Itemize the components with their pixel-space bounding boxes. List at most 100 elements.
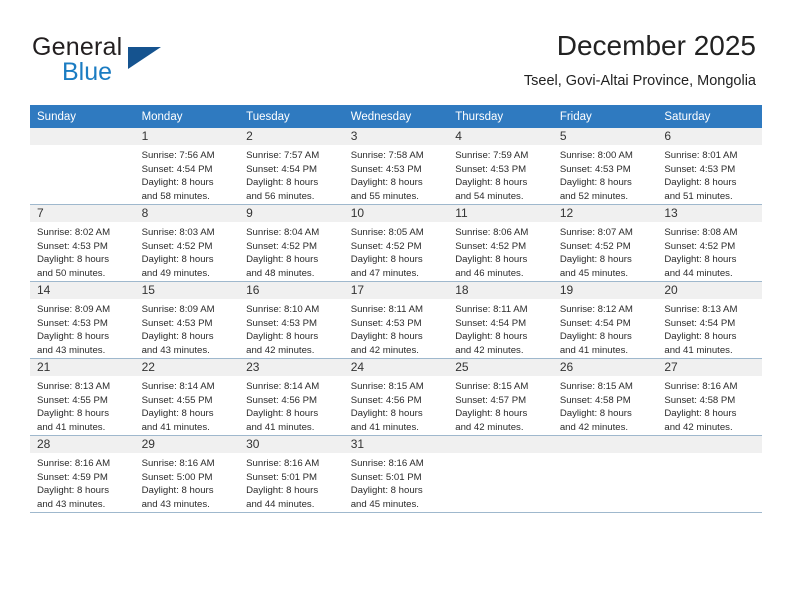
page-header: General Blue December 2025 Tseel, Govi-A…	[0, 0, 792, 100]
day-detail-line: Daylight: 8 hours	[350, 177, 423, 189]
calendar-day-cell[interactable]: 26 Sunrise: 8:15 AM Sunset: 4:58 PM Dayligh…	[552, 358, 658, 436]
day-detail-line: Sunrise: 7:56 AM	[141, 150, 215, 161]
calendar-empty-cell	[448, 435, 553, 513]
calendar-day-cell[interactable]: 1 Sunrise: 7:56 AM Sunset: 4:54 PM Daylight…	[134, 128, 240, 205]
calendar-week-row: 7 Sunrise: 8:02 AM Sunset: 4:53 PM Daylight…	[30, 204, 762, 282]
calendar-day-cell[interactable]: 11 Sunrise: 8:06 AM Sunset: 4:52 PM Dayligh…	[448, 204, 553, 282]
calendar-day-cell[interactable]: 18 Sunrise: 8:11 AM Sunset: 4:54 PM Dayligh…	[448, 281, 553, 359]
day-details: Sunrise: 8:09 AM Sunset: 4:53 PM Daylight:…	[30, 299, 135, 357]
day-details: Sunrise: 7:59 AM Sunset: 4:53 PM Daylight:…	[448, 145, 553, 203]
day-details: Sunrise: 8:15 AM Sunset: 4:57 PM Daylight:…	[448, 376, 553, 434]
day-detail-line: Sunset: 4:54 PM	[559, 317, 631, 329]
calendar-day-cell[interactable]: 12 Sunrise: 8:07 AM Sunset: 4:52 PM Dayligh…	[552, 204, 658, 282]
calendar-day-cell[interactable]: 5 Sunrise: 8:00 AM Sunset: 4:53 PM Daylight…	[552, 128, 658, 205]
calendar-week-row: 21 Sunrise: 8:13 AM Sunset: 4:55 PM Dayligh…	[30, 358, 762, 436]
calendar-day-cell[interactable]: 10 Sunrise: 8:05 AM Sunset: 4:52 PM Dayligh…	[343, 204, 449, 282]
calendar-day-cell[interactable]: 22 Sunrise: 8:14 AM Sunset: 4:55 PM Dayligh…	[134, 358, 240, 436]
day-detail-line: Daylight: 8 hours	[141, 408, 214, 420]
day-details: Sunrise: 8:00 AM Sunset: 4:53 PM Daylight:…	[553, 145, 658, 203]
day-detail-line: Sunrise: 8:08 AM	[664, 227, 738, 238]
calendar-day-cell[interactable]: 13 Sunrise: 8:08 AM Sunset: 4:52 PM Dayligh…	[657, 204, 762, 282]
day-detail-line: Daylight: 8 hours	[246, 331, 319, 343]
day-number: 15	[134, 282, 240, 299]
calendar-day-cell[interactable]: 9 Sunrise: 8:04 AM Sunset: 4:52 PM Daylight…	[239, 204, 344, 282]
day-detail-line: and 58 minutes.	[141, 190, 210, 202]
calendar-day-cell[interactable]: 6 Sunrise: 8:01 AM Sunset: 4:53 PM Daylight…	[657, 128, 762, 205]
calendar-day-cell[interactable]: 3 Sunrise: 7:58 AM Sunset: 4:53 PM Daylight…	[343, 128, 449, 205]
day-detail-line: Daylight: 8 hours	[350, 485, 423, 497]
calendar-day-cell[interactable]: 7 Sunrise: 8:02 AM Sunset: 4:53 PM Daylight…	[30, 204, 135, 282]
day-detail-line: Sunset: 4:53 PM	[141, 317, 213, 329]
weekday-header-wednesday: Wednesday	[343, 105, 449, 128]
day-detail-line: and 45 minutes.	[350, 498, 419, 510]
calendar-day-cell[interactable]: 14 Sunrise: 8:09 AM Sunset: 4:53 PM Dayligh…	[30, 281, 135, 359]
calendar-day-cell[interactable]: 2 Sunrise: 7:57 AM Sunset: 4:54 PM Daylight…	[239, 128, 344, 205]
calendar-day-cell[interactable]: 24 Sunrise: 8:15 AM Sunset: 4:56 PM Dayligh…	[343, 358, 449, 436]
day-detail-line: Daylight: 8 hours	[350, 408, 423, 420]
day-details: Sunrise: 8:09 AM Sunset: 4:53 PM Daylight:…	[135, 299, 240, 357]
day-number: 6	[657, 128, 762, 145]
day-detail-line: and 55 minutes.	[350, 190, 419, 202]
day-detail-line: Daylight: 8 hours	[350, 331, 423, 343]
day-number: 23	[239, 359, 344, 376]
day-detail-line: Sunrise: 7:59 AM	[455, 150, 529, 161]
general-blue-logo[interactable]: General Blue	[32, 33, 262, 89]
day-number: 18	[448, 282, 553, 299]
calendar-day-cell[interactable]: 20 Sunrise: 8:13 AM Sunset: 4:54 PM Dayligh…	[657, 281, 762, 359]
day-details: Sunrise: 8:11 AM Sunset: 4:53 PM Daylight:…	[344, 299, 449, 357]
day-detail-line: and 42 minutes.	[246, 344, 315, 356]
calendar-day-cell[interactable]: 28 Sunrise: 8:16 AM Sunset: 4:59 PM Dayligh…	[30, 435, 135, 513]
day-detail-line: Sunrise: 8:15 AM	[350, 381, 424, 392]
weekday-header-thursday: Thursday	[448, 105, 553, 128]
calendar-day-cell[interactable]: 8 Sunrise: 8:03 AM Sunset: 4:52 PM Daylight…	[134, 204, 240, 282]
day-details: Sunrise: 8:07 AM Sunset: 4:52 PM Daylight:…	[553, 222, 658, 280]
day-detail-line: Sunrise: 7:57 AM	[246, 150, 320, 161]
day-detail-line: Daylight: 8 hours	[455, 254, 528, 266]
calendar-day-cell[interactable]: 23 Sunrise: 8:14 AM Sunset: 4:56 PM Dayligh…	[239, 358, 344, 436]
day-number: 8	[134, 205, 240, 222]
day-detail-line: Daylight: 8 hours	[37, 254, 109, 266]
day-detail-line: Sunrise: 8:16 AM	[350, 458, 424, 469]
calendar-day-cell[interactable]: 16 Sunrise: 8:10 AM Sunset: 4:53 PM Dayligh…	[239, 281, 344, 359]
day-details: Sunrise: 7:56 AM Sunset: 4:54 PM Daylight:…	[135, 145, 240, 203]
day-detail-line: Sunset: 4:56 PM	[246, 394, 318, 406]
day-number: 19	[552, 282, 658, 299]
calendar-day-cell[interactable]: 19 Sunrise: 8:12 AM Sunset: 4:54 PM Dayligh…	[552, 281, 658, 359]
day-number: 9	[239, 205, 344, 222]
day-detail-line: and 42 minutes.	[455, 344, 524, 356]
day-detail-line: Sunset: 5:01 PM	[350, 471, 422, 483]
day-number: 26	[552, 359, 658, 376]
day-detail-line: and 43 minutes.	[37, 498, 106, 510]
day-detail-line: Sunset: 4:52 PM	[455, 240, 527, 252]
day-detail-line: Daylight: 8 hours	[455, 408, 528, 420]
day-detail-line: and 47 minutes.	[350, 267, 419, 279]
day-number: 28	[30, 436, 135, 453]
calendar-day-cell[interactable]: 15 Sunrise: 8:09 AM Sunset: 4:53 PM Dayligh…	[134, 281, 240, 359]
day-detail-line: Sunset: 4:53 PM	[37, 240, 108, 252]
calendar-day-cell[interactable]: 27 Sunrise: 8:16 AM Sunset: 4:58 PM Dayligh…	[657, 358, 762, 436]
calendar-day-cell[interactable]: 21 Sunrise: 8:13 AM Sunset: 4:55 PM Dayligh…	[30, 358, 135, 436]
day-detail-line: Sunset: 4:53 PM	[37, 317, 108, 329]
calendar-day-cell[interactable]: 31 Sunrise: 8:16 AM Sunset: 5:01 PM Dayligh…	[343, 435, 449, 513]
day-detail-line: and 49 minutes.	[141, 267, 210, 279]
day-detail-line: Sunset: 4:54 PM	[664, 317, 736, 329]
calendar-empty-cell	[552, 435, 658, 513]
day-detail-line: Sunrise: 8:04 AM	[246, 227, 320, 238]
day-detail-line: Daylight: 8 hours	[350, 254, 423, 266]
day-detail-line: Sunrise: 8:09 AM	[141, 304, 215, 315]
day-detail-line: and 41 minutes.	[141, 421, 210, 433]
day-detail-line: Sunrise: 8:13 AM	[664, 304, 738, 315]
calendar-day-cell[interactable]: 30 Sunrise: 8:16 AM Sunset: 5:01 PM Dayligh…	[239, 435, 344, 513]
day-details: Sunrise: 8:15 AM Sunset: 4:58 PM Daylight:…	[553, 376, 658, 434]
calendar-day-cell[interactable]: 25 Sunrise: 8:15 AM Sunset: 4:57 PM Dayligh…	[448, 358, 553, 436]
day-detail-line: and 48 minutes.	[246, 267, 315, 279]
calendar-day-cell[interactable]: 29 Sunrise: 8:16 AM Sunset: 5:00 PM Dayligh…	[134, 435, 240, 513]
calendar-day-cell[interactable]: 4 Sunrise: 7:59 AM Sunset: 4:53 PM Daylight…	[448, 128, 553, 205]
calendar-day-cell[interactable]: 17 Sunrise: 8:11 AM Sunset: 4:53 PM Dayligh…	[343, 281, 449, 359]
day-number	[552, 436, 658, 453]
day-detail-line: Sunset: 4:58 PM	[559, 394, 631, 406]
day-details: Sunrise: 8:16 AM Sunset: 5:01 PM Daylight:…	[239, 453, 344, 511]
weekday-header-tuesday: Tuesday	[239, 105, 344, 128]
day-detail-line: Daylight: 8 hours	[664, 177, 737, 189]
day-number: 30	[239, 436, 344, 453]
